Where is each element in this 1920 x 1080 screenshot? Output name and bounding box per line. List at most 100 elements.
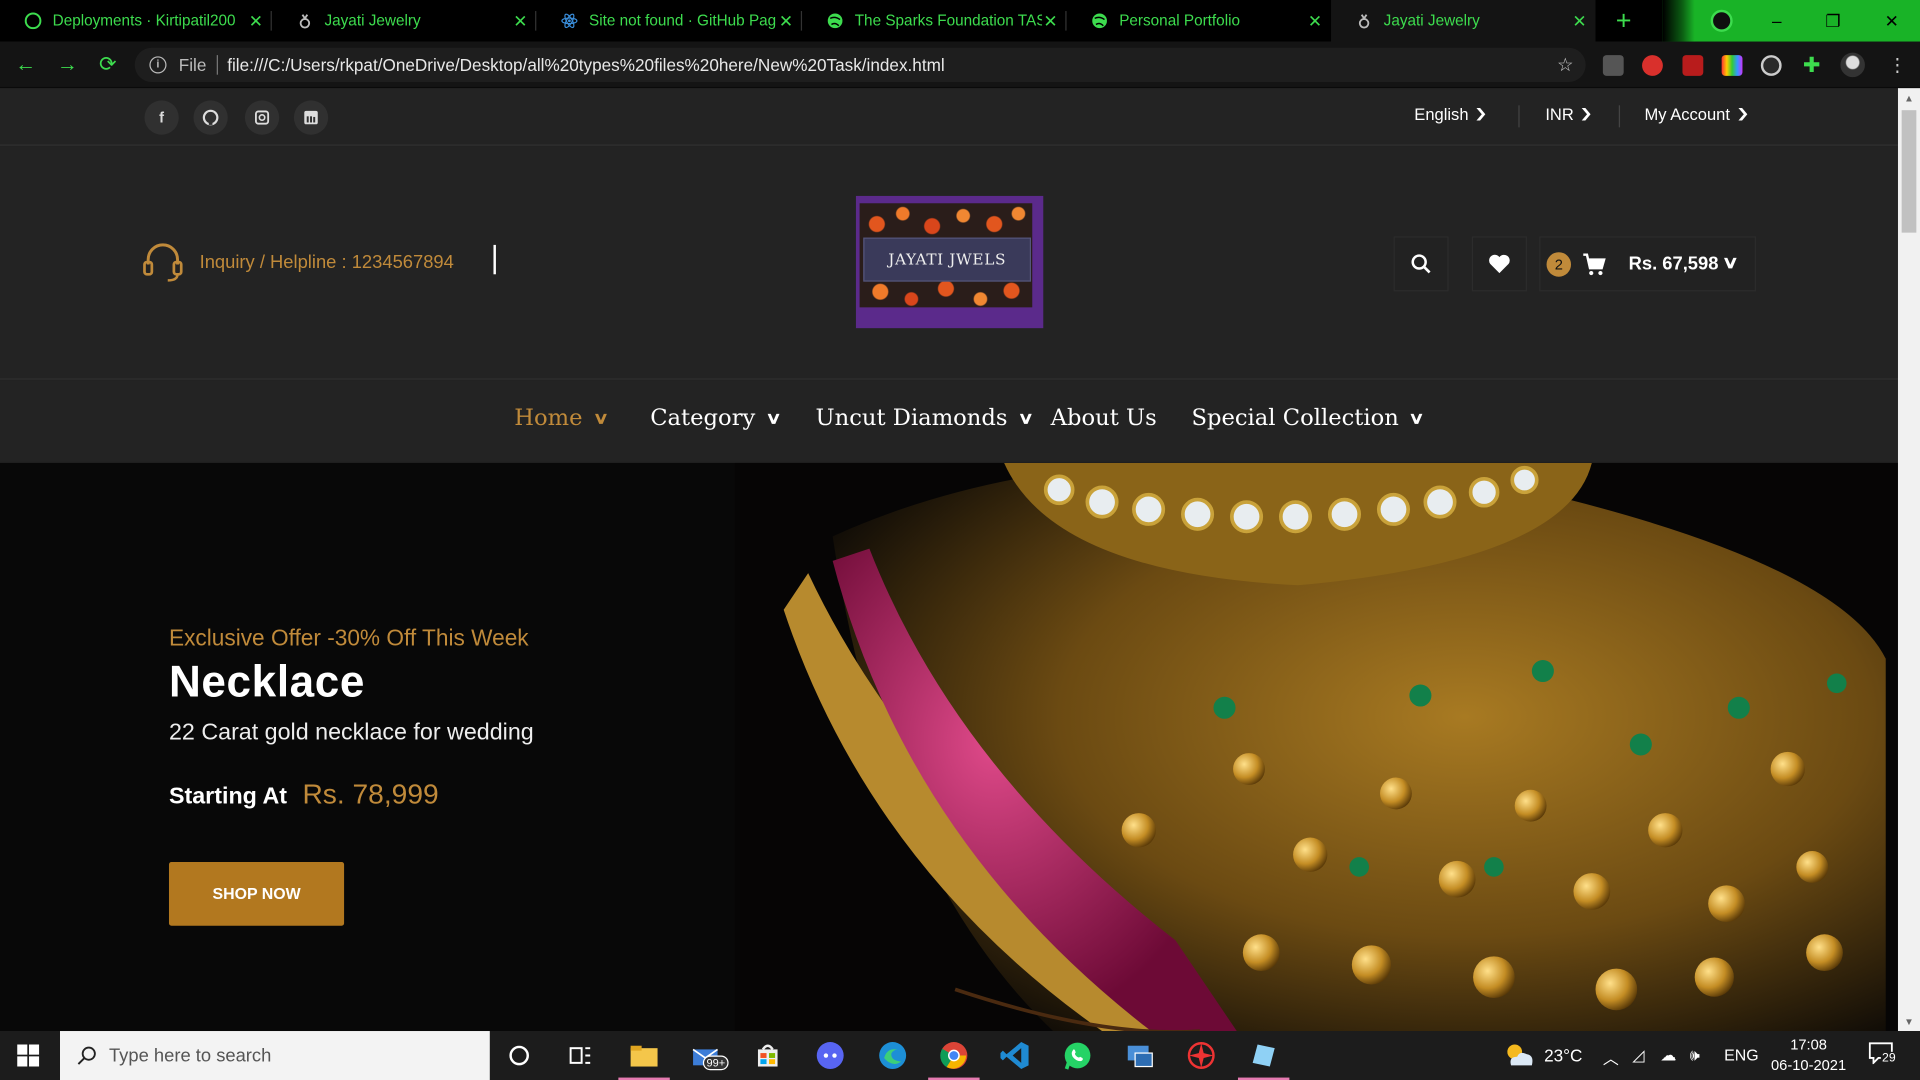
close-icon[interactable]: ✕ bbox=[247, 10, 264, 31]
notification-center-icon[interactable]: 29 bbox=[1868, 1042, 1897, 1066]
volume-icon[interactable]: 🕪 bbox=[1690, 1046, 1700, 1066]
file-explorer-icon[interactable] bbox=[618, 1040, 670, 1080]
network-app-icon[interactable] bbox=[1124, 1040, 1156, 1072]
language-dropdown[interactable]: English ❯ bbox=[1414, 105, 1487, 123]
browser-tab[interactable]: Jayati Jewelry ✕ bbox=[272, 0, 537, 42]
browser-tab[interactable]: The Sparks Foundation TASK ✕ bbox=[802, 0, 1067, 42]
helpline: Inquiry / Helpline : 1234567894 bbox=[141, 240, 496, 284]
forward-arrow-icon[interactable]: → bbox=[54, 51, 81, 78]
browser-tab-strip: Deployments · Kirtipatil200 ✕ Jayati Jew… bbox=[0, 0, 1920, 42]
minimize-button[interactable]: – bbox=[1749, 0, 1805, 42]
back-arrow-icon[interactable]: ← bbox=[12, 51, 39, 78]
nav-about-us[interactable]: About Us bbox=[1051, 405, 1157, 431]
chevron-up-icon[interactable]: ︿ bbox=[1603, 1046, 1619, 1069]
tablet-app-icon[interactable] bbox=[1237, 1040, 1290, 1080]
cart-icon bbox=[1583, 253, 1606, 276]
mail-icon[interactable]: 99+ bbox=[691, 1040, 729, 1072]
browser-tab-active[interactable]: Jayati Jewelry ✕ bbox=[1331, 0, 1596, 42]
facebook-icon[interactable]: f bbox=[144, 100, 179, 135]
clock-date: 06-10-2021 bbox=[1770, 1056, 1847, 1074]
scrollbar-thumb[interactable] bbox=[1901, 110, 1917, 233]
hero-title: Necklace bbox=[168, 656, 366, 707]
github-icon[interactable] bbox=[193, 100, 228, 135]
browser-tab[interactable]: Deployments · Kirtipatil200 ✕ bbox=[0, 0, 272, 42]
page-scrollbar[interactable]: ▲ ▼ bbox=[1897, 88, 1920, 1032]
windows-start-icon[interactable] bbox=[17, 1044, 40, 1067]
close-window-button[interactable]: ✕ bbox=[1864, 0, 1920, 42]
weather-icon[interactable] bbox=[1504, 1041, 1536, 1074]
discord-icon[interactable] bbox=[814, 1040, 846, 1072]
linkedin-icon[interactable] bbox=[293, 100, 329, 135]
browser-tab-label: Jayati Jewelry bbox=[324, 12, 421, 30]
url-text[interactable]: file:///C:/Users/rkpat/OneDrive/Desktop/… bbox=[227, 55, 944, 75]
window-controls: – ❐ ✕ bbox=[1662, 0, 1920, 42]
bookmark-star-icon[interactable]: ☆ bbox=[1557, 54, 1573, 76]
chevron-down-icon: ∨ bbox=[1408, 408, 1426, 427]
mail-badge: 99+ bbox=[702, 1055, 729, 1071]
close-icon[interactable]: ✕ bbox=[1571, 10, 1588, 31]
chevron-down-icon: ∨ bbox=[1721, 252, 1740, 272]
nav-label: About Us bbox=[1050, 405, 1157, 432]
nav-special-collection[interactable]: Special Collection ∨ bbox=[1191, 405, 1426, 431]
vscode-icon[interactable] bbox=[999, 1040, 1031, 1072]
search-icon bbox=[1411, 254, 1431, 274]
extension-icon[interactable] bbox=[1682, 55, 1704, 76]
browser-tab-label: Deployments · Kirtipatil200 bbox=[52, 12, 236, 30]
jewelry-favicon-icon bbox=[1356, 12, 1373, 29]
scroll-up-arrow-icon[interactable]: ▲ bbox=[1898, 91, 1920, 108]
whatsapp-icon[interactable] bbox=[1062, 1040, 1094, 1072]
scroll-down-arrow-icon[interactable]: ▼ bbox=[1898, 1014, 1920, 1031]
onedrive-icon[interactable]: ☁ bbox=[1660, 1046, 1676, 1066]
address-bar[interactable]: i File file:///C:/Users/rkpat/OneDrive/D… bbox=[134, 47, 1586, 83]
account-dropdown[interactable]: My Account ❯ bbox=[1645, 105, 1750, 123]
close-icon[interactable]: ✕ bbox=[512, 10, 529, 31]
browser-profile-icon[interactable] bbox=[1710, 9, 1733, 32]
nav-category[interactable]: Category ∨ bbox=[650, 405, 781, 432]
puzzle-extensions-icon[interactable]: ✚ bbox=[1801, 55, 1822, 76]
edge-icon[interactable] bbox=[877, 1040, 909, 1072]
hero-banner: Exclusive Offer -30% Off This Week Neckl… bbox=[0, 462, 1898, 1032]
close-icon[interactable]: ✕ bbox=[778, 10, 795, 31]
new-tab-button[interactable]: + bbox=[1608, 5, 1640, 37]
dev-tool-icon[interactable] bbox=[1185, 1040, 1217, 1072]
site-topbar: f English ❯ INR ❯ My Account ❯ bbox=[0, 88, 1898, 146]
wishlist-button[interactable] bbox=[1471, 236, 1527, 292]
instagram-icon[interactable] bbox=[244, 100, 280, 135]
input-language[interactable]: ENG bbox=[1724, 1046, 1758, 1064]
globe-icon bbox=[1091, 12, 1108, 29]
network-icon[interactable]: ◿ bbox=[1632, 1046, 1644, 1066]
github-icon bbox=[24, 12, 42, 30]
cortana-icon[interactable] bbox=[503, 1040, 535, 1072]
extension-icon[interactable] bbox=[1760, 55, 1782, 76]
browser-tab[interactable]: Personal Portfolio ✕ bbox=[1067, 0, 1331, 42]
system-clock[interactable]: 17:08 06-10-2021 bbox=[1768, 1035, 1849, 1077]
site-header: Inquiry / Helpline : 1234567894 JAYATI J… bbox=[0, 146, 1898, 380]
close-icon[interactable]: ✕ bbox=[1042, 10, 1059, 31]
nav-home[interactable]: Home ∨ bbox=[514, 405, 609, 431]
currency-dropdown[interactable]: INR ❯ bbox=[1545, 105, 1593, 123]
more-menu-icon[interactable]: ⋮ bbox=[1887, 55, 1908, 76]
extension-icon[interactable] bbox=[1721, 55, 1743, 76]
close-icon[interactable]: ✕ bbox=[1307, 10, 1324, 31]
store-icon[interactable] bbox=[752, 1040, 784, 1072]
nav-label: Category bbox=[650, 405, 756, 432]
shop-now-button[interactable]: SHOP NOW bbox=[168, 862, 345, 926]
browser-tab[interactable]: Site not found · GitHub Pag ✕ bbox=[536, 0, 803, 42]
task-view-icon[interactable] bbox=[564, 1040, 596, 1072]
weather-temp[interactable]: 23°C bbox=[1544, 1046, 1582, 1066]
taskbar-search-placeholder: Type here to search bbox=[108, 1045, 272, 1066]
search-button[interactable] bbox=[1393, 236, 1449, 292]
windows-taskbar: Type here to search 99+ 23°C ︿ ◿ ☁ 🕪 ENG… bbox=[0, 1031, 1920, 1080]
globe-icon bbox=[827, 12, 844, 29]
maximize-button[interactable]: ❐ bbox=[1805, 0, 1861, 42]
extension-icon[interactable] bbox=[1602, 55, 1624, 76]
chrome-icon[interactable] bbox=[928, 1040, 980, 1080]
info-icon[interactable]: i bbox=[149, 56, 167, 74]
extension-icon[interactable] bbox=[1642, 55, 1663, 76]
user-avatar[interactable] bbox=[1840, 52, 1865, 78]
cart-button[interactable]: 2 Rs. 67,598 ∨ bbox=[1539, 236, 1756, 292]
taskbar-search[interactable]: Type here to search bbox=[60, 1031, 490, 1080]
nav-uncut-diamonds[interactable]: Uncut Diamonds ∨ bbox=[816, 405, 1034, 431]
site-logo[interactable]: JAYATI JWELS bbox=[855, 195, 1044, 329]
reload-icon[interactable]: ⟳ bbox=[94, 51, 121, 78]
